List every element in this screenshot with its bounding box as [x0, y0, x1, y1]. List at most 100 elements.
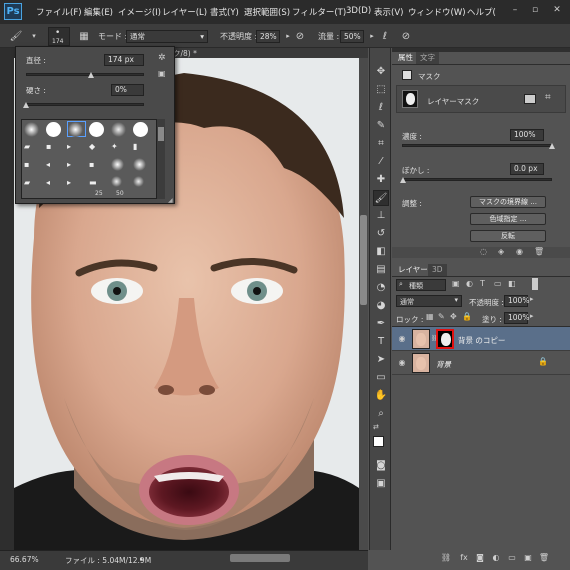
- chevron-right-icon[interactable]: ▸: [140, 555, 144, 563]
- brush-preset-picker[interactable]: • 174: [48, 27, 70, 46]
- new-layer-icon[interactable]: ▣: [522, 552, 534, 564]
- pixel-filter-icon[interactable]: ▣: [452, 279, 460, 288]
- brush-soft-round[interactable]: [24, 122, 43, 138]
- tab-3d[interactable]: 3D: [428, 264, 447, 276]
- brush-tip[interactable]: ▸: [67, 178, 86, 194]
- layer-mask-thumbnail[interactable]: [436, 329, 454, 349]
- hardness-slider-thumb[interactable]: [23, 102, 29, 108]
- lasso-tool-icon[interactable]: ℓ: [373, 100, 389, 116]
- filter-toggle[interactable]: [532, 278, 538, 290]
- brush-tool-icon[interactable]: 🖌: [373, 190, 389, 206]
- brush-tool-icon[interactable]: 🖌: [8, 29, 24, 44]
- dropdown-arrow-icon[interactable]: ▾: [26, 29, 42, 44]
- quick-select-tool-icon[interactable]: ✎: [373, 118, 389, 134]
- preset-scrollbar[interactable]: [157, 119, 165, 199]
- foreground-color-swatch[interactable]: [373, 436, 384, 447]
- new-group-icon[interactable]: ▭: [506, 552, 518, 564]
- close-icon[interactable]: ✕: [550, 4, 564, 16]
- eraser-tool-icon[interactable]: ◧: [373, 244, 389, 260]
- trash-icon[interactable]: 🗑: [538, 552, 550, 564]
- brush-hard-round[interactable]: [133, 122, 152, 138]
- marquee-tool-icon[interactable]: ⬚: [373, 82, 389, 98]
- airbrush-icon[interactable]: ℓ: [377, 29, 393, 44]
- trash-icon[interactable]: 🗑: [534, 247, 544, 256]
- type-filter-icon[interactable]: T: [480, 279, 485, 288]
- pen-tool-icon[interactable]: ✒: [373, 316, 389, 332]
- brush-tip[interactable]: ▸: [67, 142, 86, 158]
- swap-colors-icon[interactable]: ⇄: [373, 423, 382, 432]
- menu-image[interactable]: イメージ(I): [118, 6, 161, 18]
- menu-help[interactable]: ヘルプ(: [467, 6, 496, 18]
- brush-soft-round[interactable]: [111, 122, 130, 138]
- blur-tool-icon[interactable]: ◔: [373, 280, 389, 296]
- resize-grip-icon[interactable]: ◢: [168, 197, 173, 204]
- adjustment-layer-icon[interactable]: ◐: [490, 552, 502, 564]
- layer-filter-select[interactable]: ⌕ 種類: [396, 279, 446, 291]
- vertical-scroll-thumb[interactable]: [360, 215, 367, 305]
- adjust-filter-icon[interactable]: ◐: [466, 279, 473, 288]
- menu-window[interactable]: ウィンドウ(W): [408, 6, 466, 18]
- dodge-tool-icon[interactable]: ◕: [373, 298, 389, 314]
- layer-row[interactable]: ◉ 背景 🔒: [392, 351, 570, 375]
- gradient-tool-icon[interactable]: ▤: [373, 262, 389, 278]
- healing-brush-tool-icon[interactable]: ✚: [373, 172, 389, 188]
- hand-tool-icon[interactable]: ✋: [373, 388, 389, 404]
- feather-slider-track[interactable]: [402, 178, 552, 181]
- path-select-tool-icon[interactable]: ➤: [373, 352, 389, 368]
- history-brush-tool-icon[interactable]: ↺: [373, 226, 389, 242]
- pressure-size-icon[interactable]: ⊘: [398, 29, 414, 44]
- invert-button[interactable]: 反転: [470, 230, 546, 242]
- select-pixel-mask-icon[interactable]: [524, 94, 536, 104]
- lock-position-icon[interactable]: ✥: [450, 312, 457, 321]
- menu-select[interactable]: 選択範囲(S): [244, 6, 290, 18]
- zoom-level[interactable]: 66.67%: [10, 555, 39, 564]
- tab-properties[interactable]: 属性: [394, 52, 417, 64]
- load-selection-icon[interactable]: ◌: [480, 247, 487, 256]
- density-input[interactable]: 100%: [510, 129, 544, 141]
- lock-transparent-icon[interactable]: ▦: [426, 312, 434, 321]
- move-tool-icon[interactable]: ✥: [373, 64, 389, 80]
- clone-stamp-tool-icon[interactable]: ⊥: [373, 208, 389, 224]
- brush-soft-round[interactable]: [133, 176, 152, 192]
- eyedropper-tool-icon[interactable]: ⁄: [373, 154, 389, 170]
- feather-input[interactable]: 0.0 px: [510, 163, 544, 175]
- gear-icon[interactable]: ✲: [158, 53, 166, 63]
- brush-hard-round[interactable]: [46, 122, 65, 138]
- layer-name[interactable]: 背景: [436, 359, 451, 370]
- chevron-right-icon[interactable]: ▸: [530, 312, 534, 320]
- screen-mode-icon[interactable]: ▣: [373, 476, 389, 492]
- shape-filter-icon[interactable]: ▭: [494, 279, 502, 288]
- brush-tip[interactable]: ▪: [24, 160, 43, 176]
- brush-tip[interactable]: ◂: [46, 160, 65, 176]
- flow-input[interactable]: 50%: [340, 30, 364, 43]
- crop-tool-icon[interactable]: ⌗: [373, 136, 389, 152]
- mask-edge-button[interactable]: マスクの境界線 ...: [470, 196, 546, 208]
- add-mask-icon[interactable]: ◙: [474, 552, 486, 564]
- brush-panel-icon[interactable]: ▦: [76, 29, 92, 44]
- zoom-tool-icon[interactable]: ⌕: [373, 406, 389, 422]
- brush-tip[interactable]: ▪: [46, 142, 65, 158]
- eye-icon[interactable]: ◉: [397, 334, 407, 344]
- mode-select[interactable]: 通常 ▾: [126, 30, 208, 43]
- brush-tip[interactable]: ▪: [89, 160, 108, 176]
- hardness-input[interactable]: 0%: [111, 84, 144, 96]
- shape-tool-icon[interactable]: ▭: [373, 370, 389, 386]
- layer-name[interactable]: 背景 のコピー: [458, 335, 505, 346]
- size-slider-thumb[interactable]: [87, 72, 94, 78]
- menu-view[interactable]: 表示(V): [374, 6, 403, 18]
- pressure-opacity-icon[interactable]: ⊘: [292, 29, 308, 44]
- quick-mask-icon[interactable]: ◙: [373, 458, 389, 474]
- link-layers-icon[interactable]: ⛓: [440, 552, 452, 564]
- maximize-icon[interactable]: ▫: [528, 4, 542, 16]
- brush-soft-round[interactable]: [133, 158, 152, 174]
- density-slider-track[interactable]: [402, 144, 552, 147]
- feather-slider-thumb[interactable]: [400, 177, 406, 183]
- lock-all-icon[interactable]: 🔒: [462, 312, 472, 321]
- brush-soft-round[interactable]: [111, 158, 130, 174]
- brush-tip[interactable]: ▮: [133, 142, 152, 158]
- brush-soft-round-selected[interactable]: [67, 121, 86, 137]
- menu-file[interactable]: ファイル(F): [36, 6, 82, 18]
- menu-edit[interactable]: 編集(E): [84, 6, 113, 18]
- opacity-input[interactable]: 28%: [256, 30, 280, 43]
- brush-tip[interactable]: ◂: [46, 178, 65, 194]
